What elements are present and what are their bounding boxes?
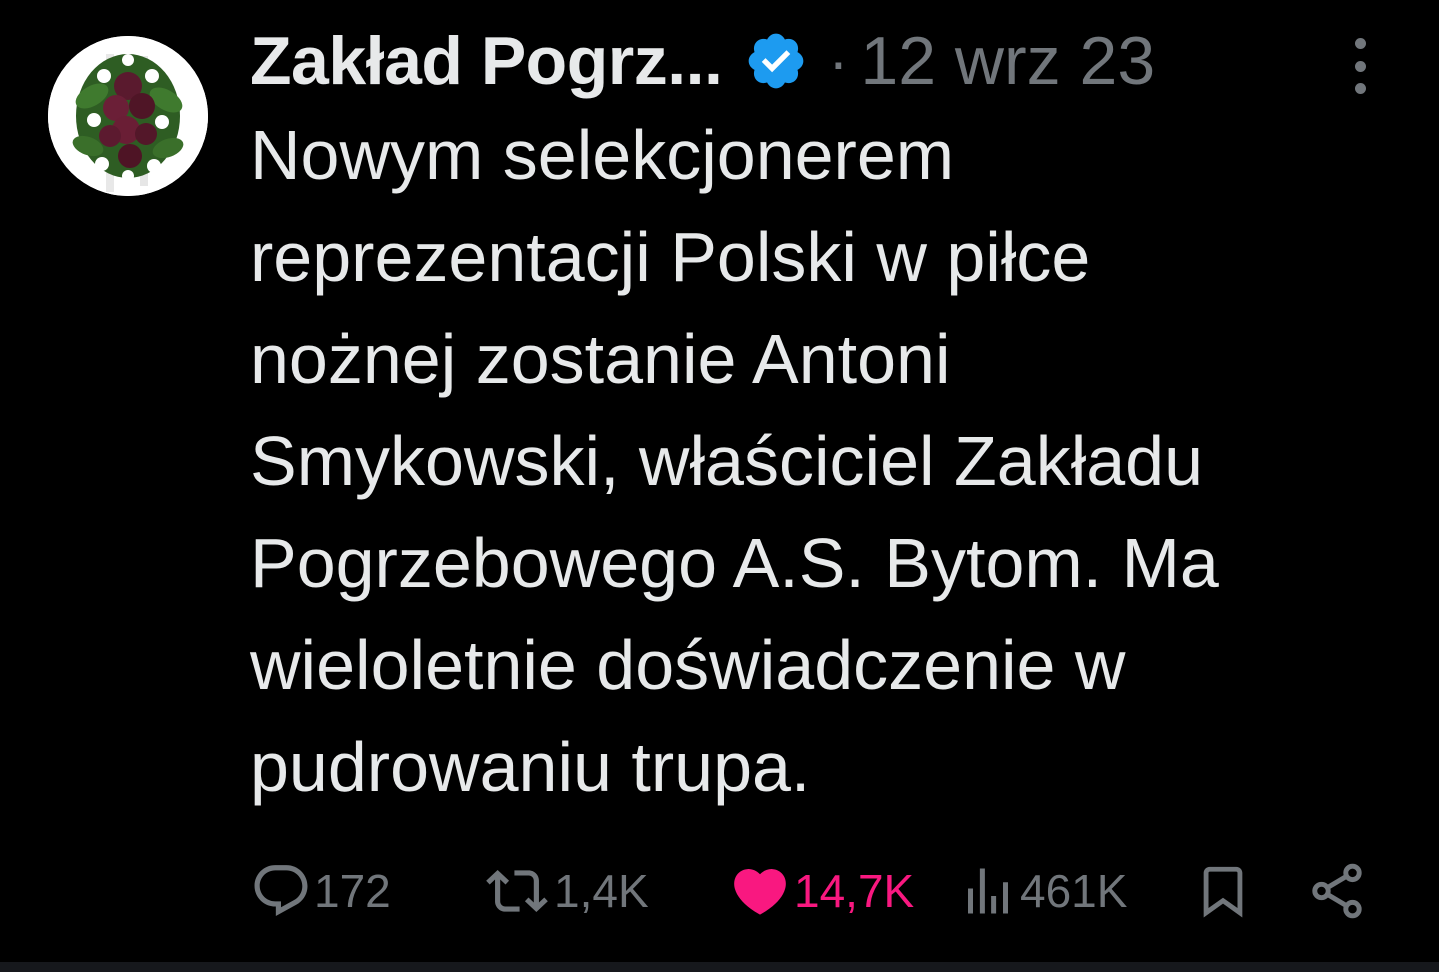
tweet-text: Nowym selekcjonerem reprezentacji Polski… [250,116,1219,806]
author-display-name[interactable]: Zakład Pogrz... [250,22,723,100]
tweet[interactable]: Zakład Pogrz... · 12 wrz 23 Nowym selekc… [0,0,1439,962]
bookmark-icon [1203,866,1243,918]
views-icon [968,868,1008,914]
more-dot [1354,60,1366,72]
share-icon [1312,863,1362,919]
retweet-count: 1,4K [554,865,649,917]
avatar[interactable] [48,36,208,196]
tweet-date[interactable]: 12 wrz 23 [860,22,1155,100]
heart-icon [734,869,786,915]
reply-icon [254,865,308,917]
verified-badge-icon[interactable] [744,29,808,93]
tweet-header: Zakład Pogrz... · 12 wrz 23 [250,18,1155,104]
header-separator: · [828,27,849,95]
reply-count: 172 [314,865,391,917]
reply-button[interactable]: 172 [250,856,391,926]
views-count: 461K [1020,865,1128,917]
retweet-icon [486,870,548,912]
more-dot [1354,83,1366,94]
bookmark-button[interactable] [1194,856,1252,926]
more-options-icon[interactable] [1340,38,1380,94]
wreath-avatar-image [48,36,208,196]
like-count: 14,7K [794,865,915,917]
share-button[interactable] [1306,856,1368,926]
more-dot [1354,38,1366,49]
tweet-actions: 172 1,4K 14,7K 461K [250,856,1370,926]
like-button[interactable]: 14,7K [728,856,914,926]
views-button[interactable]: 461K [958,856,1127,926]
divider [0,962,1439,972]
retweet-button[interactable]: 1,4K [482,856,649,926]
